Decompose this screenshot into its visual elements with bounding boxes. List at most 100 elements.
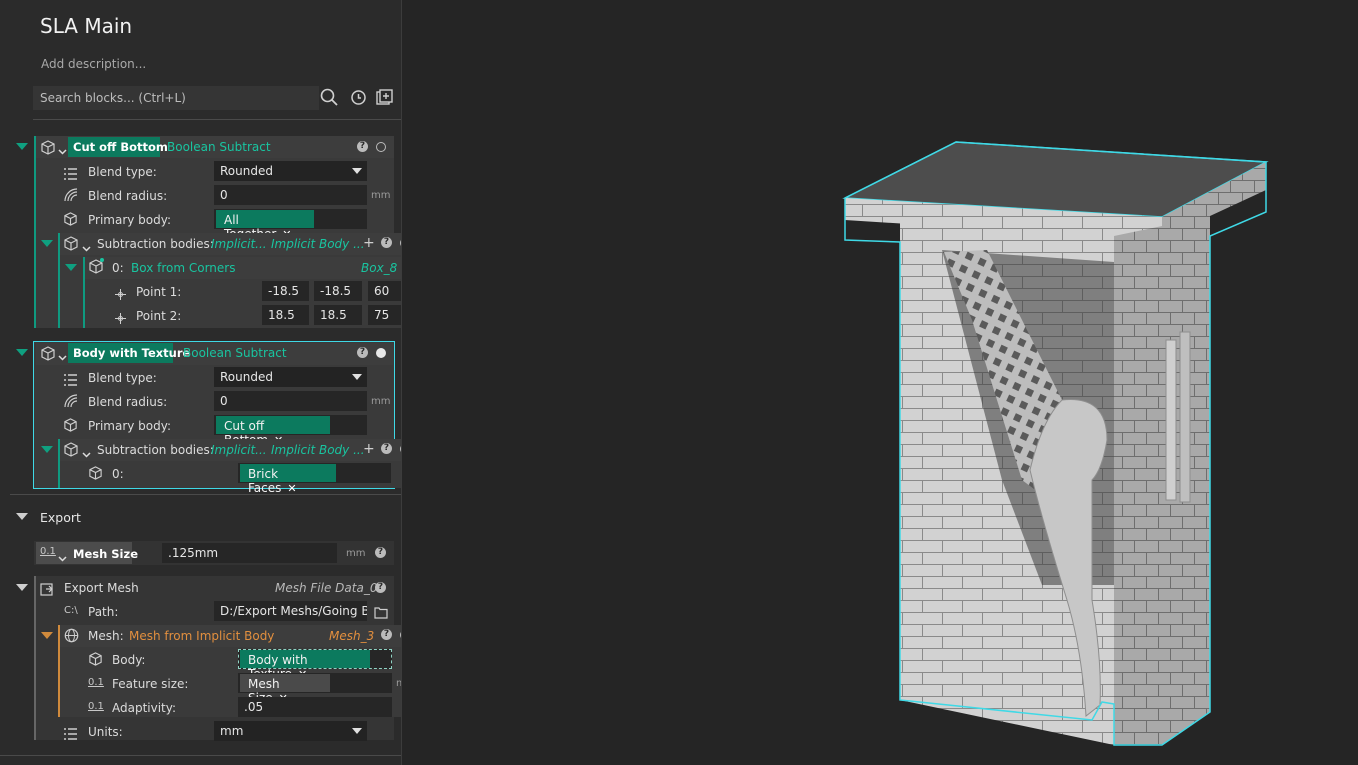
help-icon[interactable]: ? — [381, 629, 392, 640]
chevron-down-icon[interactable] — [82, 444, 91, 463]
help-icon[interactable]: ? — [375, 547, 386, 558]
point-icon — [115, 309, 126, 328]
search-icon[interactable] — [320, 88, 338, 110]
implicit-body-icon — [40, 139, 56, 158]
units-label: Units: — [88, 725, 123, 739]
blend-type-select[interactable]: Rounded — [214, 161, 367, 181]
export-section-label[interactable]: Export — [40, 510, 81, 525]
divider — [10, 494, 401, 495]
chevron-down-icon[interactable] — [352, 168, 362, 174]
list-icon — [64, 725, 77, 744]
implicit-body-icon — [88, 651, 103, 669]
body-chip[interactable]: Body with Texture✕ — [240, 650, 370, 681]
export-mesh-label: Export Mesh — [64, 581, 139, 595]
point1-z[interactable]: 60 — [368, 281, 401, 301]
point-icon — [115, 285, 126, 304]
history-icon[interactable] — [350, 89, 367, 110]
visibility-toggle[interactable] — [376, 348, 386, 358]
blend-radius-label: Blend radius: — [88, 189, 168, 203]
adaptivity-label: Adaptivity: — [112, 701, 177, 715]
chevron-down-icon[interactable] — [58, 141, 67, 160]
add-icon[interactable]: + — [363, 442, 375, 456]
collapse-arrow[interactable] — [65, 264, 77, 271]
divider — [0, 755, 401, 756]
subtraction-item-chip[interactable]: Brick Faces ✕ — [240, 464, 336, 495]
help-icon[interactable]: ? — [357, 347, 368, 358]
units-select[interactable]: mm — [214, 721, 367, 741]
unit-label: mm — [371, 396, 391, 407]
implicit-body-icon — [63, 417, 78, 435]
collapse-arrow[interactable] — [41, 446, 53, 453]
page-title: SLA Main — [40, 14, 133, 38]
add-block-icon[interactable] — [376, 89, 393, 110]
block-name[interactable]: Body with Texture — [73, 346, 190, 360]
visibility-toggle[interactable] — [376, 142, 386, 152]
subtraction-type: Implicit... — [211, 443, 267, 457]
help-icon[interactable]: ? — [357, 141, 368, 152]
mesh-value[interactable]: Mesh from Implicit Body — [129, 629, 274, 643]
primary-body-chip[interactable]: Cut off Bottom✕ — [216, 416, 330, 447]
point2-x[interactable]: 18.5 — [262, 305, 309, 325]
search-input[interactable]: Search blocks... (Ctrl+L) — [33, 86, 319, 110]
chevron-down-icon[interactable] — [82, 238, 91, 257]
folder-icon[interactable] — [374, 604, 389, 623]
mesh-size-input[interactable]: .125mm — [162, 543, 337, 563]
implicit-body-icon — [40, 345, 56, 364]
path-icon: C:\ — [64, 605, 78, 616]
item-index: 0: — [112, 467, 124, 481]
collapse-arrow[interactable] — [41, 632, 53, 639]
value-icon: 0.1 — [40, 546, 56, 557]
point1-x[interactable]: -18.5 — [262, 281, 309, 301]
3d-viewport[interactable] — [402, 0, 1358, 765]
radius-icon — [63, 393, 79, 413]
point1-y[interactable]: -18.5 — [314, 281, 362, 301]
collapse-arrow[interactable] — [16, 143, 28, 150]
blend-type-label: Blend type: — [88, 371, 157, 385]
item-name[interactable]: Box from Corners — [131, 261, 235, 275]
subtraction-type: Implicit... — [211, 237, 267, 251]
adaptivity-input[interactable]: .05 — [238, 697, 392, 717]
implicit-body-icon — [63, 441, 79, 460]
help-icon[interactable]: ? — [375, 582, 386, 593]
blend-type-select[interactable]: Rounded — [214, 367, 367, 387]
chevron-down-icon[interactable] — [352, 728, 362, 734]
chip-label: Brick Faces — [248, 467, 282, 495]
unit-label: mm — [346, 548, 366, 559]
point2-z[interactable]: 75 — [368, 305, 401, 325]
subtraction-type-full: Implicit Body ... — [271, 237, 365, 251]
collapse-arrow[interactable] — [41, 240, 53, 247]
subtraction-label: Subtraction bodies: — [97, 443, 214, 457]
radius-icon — [63, 187, 79, 207]
primary-body-chip[interactable]: All Together✕ — [216, 210, 314, 241]
unit-label: mm — [371, 190, 391, 201]
model-render[interactable] — [402, 0, 1358, 765]
mesh-size-label: Mesh Size — [73, 547, 138, 561]
feature-size-chip[interactable]: Mesh Size✕ — [240, 674, 330, 705]
collapse-arrow[interactable] — [16, 349, 28, 356]
chevron-down-icon[interactable] — [58, 347, 67, 366]
body-label: Body: — [112, 653, 146, 667]
help-icon[interactable]: ? — [381, 443, 392, 454]
subtraction-label: Subtraction bodies: — [97, 237, 214, 251]
point2-label: Point 2: — [136, 309, 182, 323]
mesh-label: Mesh: — [88, 629, 124, 643]
box-icon — [88, 258, 104, 278]
primary-body-label: Primary body: — [88, 419, 172, 433]
help-icon[interactable]: ? — [381, 237, 392, 248]
path-input[interactable]: D:/Export Meshs/Going Be — [214, 601, 367, 621]
path-label: Path: — [88, 605, 119, 619]
feature-size-label: Feature size: — [112, 677, 189, 691]
globe-icon — [64, 628, 79, 647]
add-icon[interactable]: + — [363, 236, 375, 250]
export-mesh-ref: Mesh File Data_0 — [275, 581, 378, 595]
item-index: 0: — [112, 261, 124, 275]
blend-radius-input[interactable]: 0 — [214, 391, 367, 411]
point2-y[interactable]: 18.5 — [314, 305, 362, 325]
collapse-arrow[interactable] — [16, 584, 28, 591]
chevron-down-icon[interactable] — [58, 548, 67, 567]
description-field[interactable]: Add description... — [41, 57, 146, 71]
block-name[interactable]: Cut off Bottom — [73, 140, 168, 154]
chevron-down-icon[interactable] — [352, 374, 362, 380]
collapse-arrow[interactable] — [16, 513, 28, 520]
blend-radius-input[interactable]: 0 — [214, 185, 367, 205]
